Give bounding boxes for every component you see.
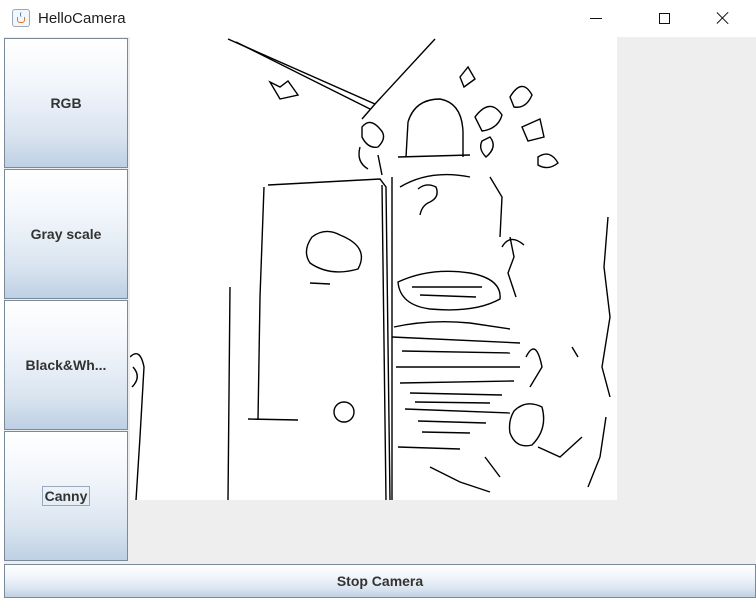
canny-button-label: Canny bbox=[41, 486, 91, 506]
camera-feed-image bbox=[130, 37, 617, 500]
close-icon bbox=[716, 11, 730, 25]
stop-camera-button[interactable]: Stop Camera bbox=[4, 564, 756, 598]
title-bar: HelloCamera bbox=[0, 0, 756, 36]
grayscale-button-label: Gray scale bbox=[30, 226, 102, 242]
grayscale-button[interactable]: Gray scale bbox=[4, 169, 128, 299]
maximize-icon bbox=[658, 12, 670, 24]
rgb-button-label: RGB bbox=[50, 95, 82, 111]
rgb-button[interactable]: RGB bbox=[4, 38, 128, 168]
black-white-button-label: Black&Wh... bbox=[25, 357, 107, 373]
stop-camera-label: Stop Camera bbox=[336, 573, 424, 589]
minimize-button[interactable] bbox=[573, 0, 619, 36]
close-button[interactable] bbox=[700, 0, 746, 36]
window-title: HelloCamera bbox=[38, 10, 126, 27]
black-white-button[interactable]: Black&Wh... bbox=[4, 300, 128, 430]
canny-edge-image bbox=[130, 38, 611, 500]
maximize-button[interactable] bbox=[641, 0, 687, 36]
canny-button[interactable]: Canny bbox=[4, 431, 128, 561]
main-panel: RGB Gray scale Black&Wh... Canny Stop Ca… bbox=[4, 37, 756, 598]
java-cup-icon bbox=[12, 9, 30, 27]
minimize-icon bbox=[590, 17, 602, 19]
